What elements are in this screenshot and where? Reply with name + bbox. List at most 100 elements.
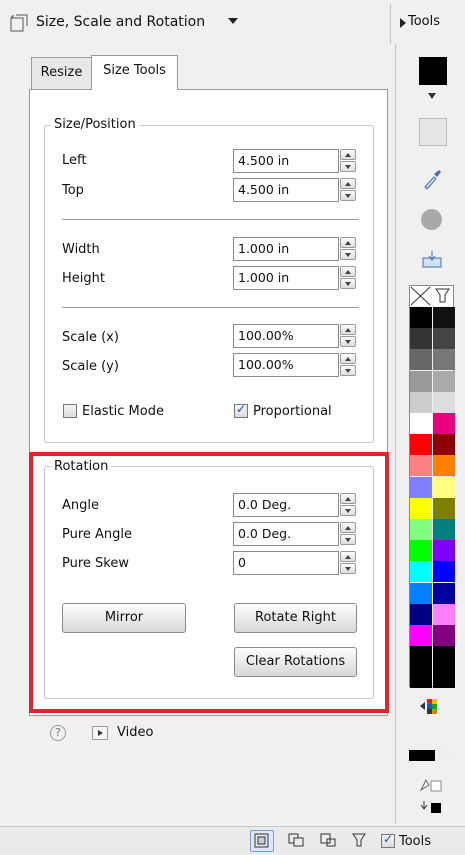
left-input[interactable]: 4.500 in [233, 149, 339, 173]
width-input[interactable]: 1.000 in [233, 237, 339, 261]
background-color-swatch[interactable] [419, 118, 447, 146]
height-stepper[interactable]: 1.000 in [233, 266, 358, 290]
palette-swatch[interactable] [433, 540, 455, 562]
ungroup-icon[interactable] [319, 832, 337, 848]
left-increment-button[interactable] [340, 149, 356, 160]
palette-swatch[interactable] [433, 391, 455, 413]
top-label: Top [62, 183, 84, 198]
palette-swatch[interactable] [410, 349, 432, 371]
scale-x-stepper[interactable]: 100.00% [233, 324, 358, 348]
fill-tool-icon[interactable] [422, 250, 442, 268]
palette-swatch[interactable] [410, 307, 432, 328]
proportional-checkbox[interactable] [234, 402, 248, 418]
stroke-weight-preview[interactable] [409, 750, 435, 761]
height-input[interactable]: 1.000 in [233, 266, 339, 290]
palette-swatch[interactable] [433, 349, 455, 371]
palette-menu-icon[interactable] [418, 697, 442, 715]
select-tool-button[interactable] [250, 830, 274, 852]
palette-swatch[interactable] [410, 413, 432, 434]
palette-swatch[interactable] [410, 476, 432, 498]
palette-swatch[interactable] [410, 582, 432, 604]
palette-swatch[interactable] [410, 603, 432, 625]
foreground-color-swatch[interactable] [419, 57, 447, 85]
rotation-highlight-box [29, 452, 389, 713]
scale-x-label: Scale (x) [62, 330, 119, 345]
palette-swatch[interactable] [410, 519, 432, 540]
palette-swatch[interactable] [433, 603, 455, 625]
width-stepper[interactable]: 1.000 in [233, 237, 358, 261]
width-decrement-button[interactable] [340, 249, 356, 260]
palette-swatch[interactable] [410, 667, 432, 689]
chevron-down-icon[interactable] [228, 18, 238, 24]
left-stepper[interactable]: 4.500 in [233, 149, 358, 173]
top-decrement-button[interactable] [340, 190, 356, 201]
stroke-color-preview [437, 750, 454, 761]
elastic-mode-label[interactable]: Elastic Mode [82, 404, 164, 419]
height-label: Height [62, 271, 105, 286]
palette-swatch[interactable] [433, 582, 455, 604]
top-increment-button[interactable] [340, 178, 356, 189]
panel-title[interactable]: Size, Scale and Rotation [36, 14, 205, 30]
palette-swatch[interactable] [433, 646, 455, 668]
palette-swatch[interactable] [410, 328, 432, 350]
palette-swatch[interactable] [433, 370, 455, 392]
palette-swatch[interactable] [410, 455, 432, 477]
left-decrement-button[interactable] [340, 161, 356, 172]
palette-swatch[interactable] [410, 391, 432, 413]
palette-swatch[interactable] [433, 561, 455, 583]
palette-swatch[interactable] [410, 540, 432, 562]
play-video-icon[interactable] [92, 726, 108, 740]
bottom-toolbar [0, 826, 465, 854]
palette-swatch[interactable] [433, 476, 455, 498]
fill-color-icon[interactable] [418, 799, 442, 815]
top-stepper[interactable]: 4.500 in [233, 178, 358, 202]
palette-swatch[interactable] [433, 434, 455, 456]
palette-swatch[interactable] [410, 646, 432, 668]
shape-circle-icon[interactable] [421, 209, 442, 230]
palette-swatch[interactable] [410, 561, 432, 583]
palette-swatch[interactable] [410, 370, 432, 392]
registration-icon[interactable] [350, 832, 368, 848]
palette-swatch[interactable] [433, 497, 455, 519]
palette-swatch[interactable] [433, 519, 455, 540]
height-decrement-button[interactable] [340, 278, 356, 289]
palette-swatch[interactable] [433, 455, 455, 477]
palette-swatch[interactable] [410, 625, 432, 646]
top-input[interactable]: 4.500 in [233, 178, 339, 202]
scale-x-increment-button[interactable] [340, 324, 356, 335]
stroke-color-icon[interactable] [418, 777, 442, 793]
eyedropper-icon[interactable] [422, 168, 442, 190]
palette-swatch[interactable] [433, 413, 455, 434]
expand-arrow-icon[interactable] [400, 18, 406, 28]
tools-checkbox-label[interactable]: Tools [399, 834, 431, 849]
tools-toggle[interactable]: Tools [408, 14, 440, 29]
palette-swatch[interactable] [433, 307, 455, 328]
elastic-mode-checkbox[interactable] [63, 404, 77, 418]
divider [395, 44, 396, 824]
tab-resize[interactable]: Resize [31, 57, 92, 90]
proportional-label[interactable]: Proportional [253, 404, 332, 419]
video-link[interactable]: Video [117, 725, 153, 740]
registration-color-swatch[interactable] [432, 286, 453, 306]
palette-swatch[interactable] [433, 667, 455, 689]
scale-x-input[interactable]: 100.00% [233, 324, 339, 348]
no-color-swatch[interactable] [410, 286, 431, 306]
tools-checkbox[interactable] [381, 832, 395, 848]
height-increment-button[interactable] [340, 266, 356, 277]
group-icon[interactable] [287, 832, 305, 848]
scale-y-stepper[interactable]: 100.00% [233, 353, 358, 377]
palette-swatch[interactable] [433, 625, 455, 646]
palette-swatch[interactable] [410, 434, 432, 456]
scale-y-increment-button[interactable] [340, 353, 356, 364]
scale-y-label: Scale (y) [62, 359, 119, 374]
width-increment-button[interactable] [340, 237, 356, 248]
scale-y-input[interactable]: 100.00% [233, 353, 339, 377]
palette-swatch[interactable] [433, 328, 455, 350]
tab-size-tools[interactable]: Size Tools [91, 55, 178, 90]
help-icon[interactable]: ? [50, 725, 66, 741]
swap-colors-icon[interactable] [428, 93, 436, 99]
scale-x-decrement-button[interactable] [340, 336, 356, 347]
scale-y-decrement-button[interactable] [340, 365, 356, 376]
palette-swatch[interactable] [410, 497, 432, 519]
left-label: Left [62, 153, 87, 168]
